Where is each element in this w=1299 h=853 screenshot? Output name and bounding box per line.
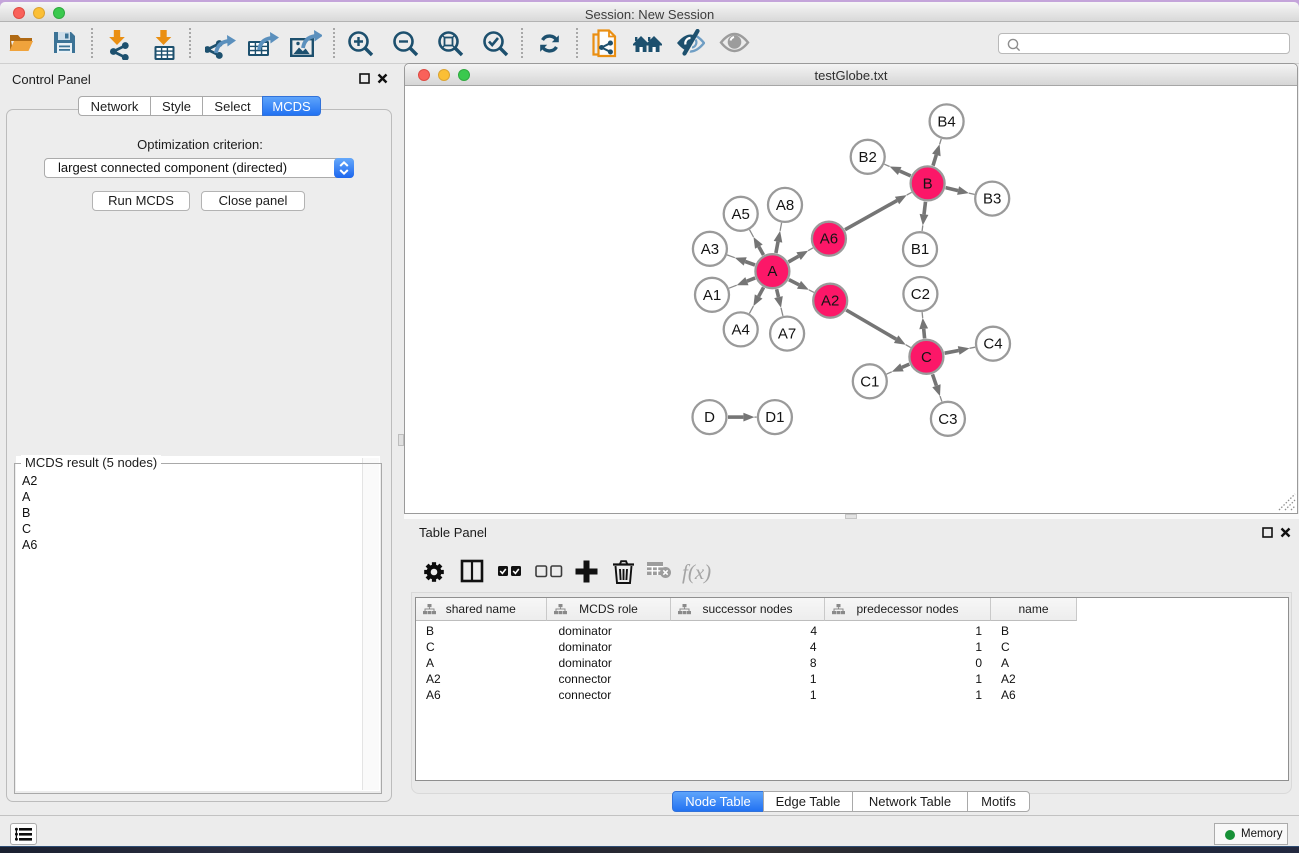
svg-text:A1: A1 (703, 287, 721, 304)
svg-text:C: C (921, 349, 932, 366)
svg-text:A5: A5 (732, 206, 750, 223)
svg-text:C1: C1 (860, 373, 879, 390)
svg-text:C3: C3 (938, 411, 957, 428)
svg-text:A3: A3 (701, 241, 719, 258)
svg-text:A: A (767, 263, 777, 280)
svg-text:C2: C2 (911, 286, 930, 303)
svg-text:B2: B2 (859, 149, 877, 166)
svg-text:A4: A4 (732, 321, 750, 338)
svg-text:A8: A8 (776, 197, 794, 214)
svg-text:D: D (704, 409, 715, 426)
svg-text:B3: B3 (983, 191, 1001, 208)
svg-text:A7: A7 (778, 326, 796, 343)
svg-text:B: B (923, 175, 933, 192)
svg-text:D1: D1 (765, 409, 784, 426)
svg-text:C4: C4 (983, 336, 1002, 353)
svg-text:A6: A6 (820, 231, 838, 248)
svg-text:B4: B4 (937, 113, 955, 130)
svg-text:A2: A2 (821, 293, 839, 310)
svg-text:B1: B1 (911, 241, 929, 258)
